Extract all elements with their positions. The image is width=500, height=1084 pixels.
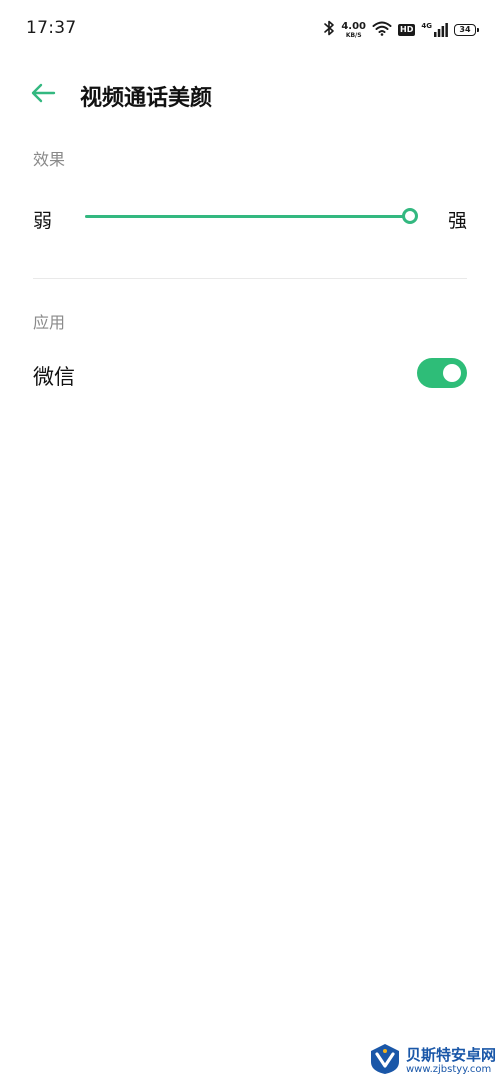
slider-max-label: 强 [447, 210, 467, 232]
status-time: 17:37 [26, 18, 77, 38]
wifi-icon [372, 20, 392, 40]
watermark-name: 贝斯特安卓网 [405, 1046, 496, 1065]
slider-fill [85, 215, 411, 218]
cell-signal-icon: 4G [421, 23, 448, 37]
hd-badge: HD [398, 24, 416, 36]
slider-thumb[interactable] [402, 208, 418, 224]
page-title: 视频通话美颜 [80, 86, 213, 111]
watermark: 贝斯特安卓网 www.zjbstyy.com [368, 1042, 496, 1080]
network-speed-unit: KB/S [345, 31, 362, 39]
beauty-strength-slider[interactable] [85, 208, 418, 224]
battery-icon: 34 [454, 24, 479, 36]
watermark-text: 贝斯特安卓网 www.zjbstyy.com [406, 1047, 496, 1075]
list-item-wechat[interactable]: 微信 [33, 355, 467, 395]
status-bar: 17:37 4.00 KB/S HD 4G 34 [0, 0, 500, 60]
slider-min-label: 弱 [33, 210, 53, 232]
section-label-apps: 应用 [33, 313, 66, 332]
battery-level: 34 [459, 25, 471, 34]
network-type-label: 4G [421, 22, 432, 30]
toggle-knob [443, 364, 461, 382]
back-button[interactable] [28, 80, 58, 110]
back-arrow-icon [30, 83, 56, 107]
watermark-url: www.zjbstyy.com [405, 1063, 492, 1075]
wechat-label: 微信 [33, 365, 75, 389]
screen: 17:37 4.00 KB/S HD 4G 34 视频通话美颜 效果 弱 强 应… [0, 0, 500, 1084]
network-speed-value: 4.00 [341, 20, 367, 32]
header: 视频通话美颜 [0, 70, 500, 118]
bluetooth-icon [323, 20, 335, 40]
wechat-toggle[interactable] [417, 358, 467, 388]
section-divider [33, 278, 467, 279]
network-speed: 4.00 KB/S [341, 20, 367, 39]
watermark-logo-icon [368, 1042, 402, 1080]
beauty-strength-slider-row: 弱 强 [33, 198, 467, 238]
status-icons: 4.00 KB/S HD 4G 34 [323, 19, 479, 41]
section-label-effect: 效果 [33, 150, 66, 169]
